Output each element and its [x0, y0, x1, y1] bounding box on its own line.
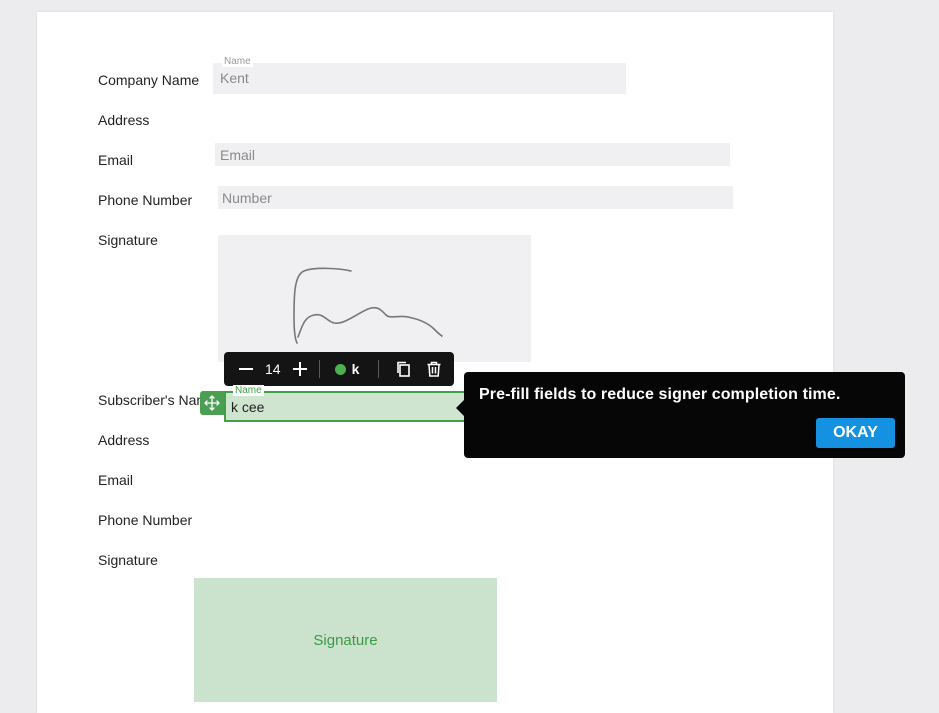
plus-icon — [293, 362, 307, 376]
field-toolbar: 14 k — [224, 352, 454, 386]
signer-initial: k — [351, 361, 360, 377]
signature-field[interactable] — [218, 235, 531, 362]
font-size-value: 14 — [265, 361, 281, 377]
label-email-2: Email — [98, 472, 134, 488]
increase-font-button[interactable] — [288, 352, 312, 386]
field-value: Kent — [220, 70, 249, 86]
label-company-name: Company Name — [98, 72, 200, 88]
okay-button[interactable]: OKAY — [816, 418, 895, 448]
label-address: Address — [98, 112, 150, 128]
signature-placeholder-label: Signature — [313, 631, 378, 649]
minus-icon — [239, 368, 253, 370]
field-value: k cee — [231, 399, 265, 415]
toolbar-divider — [378, 360, 379, 378]
prefill-tooltip: Pre-fill fields to reduce signer complet… — [456, 372, 905, 458]
field-tag: Name — [222, 56, 253, 67]
decrease-font-button[interactable] — [234, 352, 258, 386]
phone-field[interactable]: Number — [218, 186, 733, 209]
tooltip-message: Pre-fill fields to reduce signer complet… — [479, 386, 841, 403]
label-subscribers-name: Subscriber's Name — [98, 392, 204, 408]
tooltip-arrow — [456, 400, 464, 416]
company-name-field[interactable]: Name Kent — [213, 56, 626, 94]
signature-placeholder-field[interactable]: Signature — [194, 578, 497, 702]
label-signature-2: Signature — [98, 552, 158, 568]
label-email: Email — [98, 152, 134, 168]
field-tag: Name — [233, 385, 264, 396]
signer-color-dot — [334, 363, 346, 375]
delete-button[interactable] — [422, 352, 446, 386]
phone-placeholder: Number — [222, 189, 272, 206]
label-signature: Signature — [98, 232, 158, 248]
copy-icon — [397, 361, 410, 377]
label-phone-number-2: Phone Number — [98, 512, 193, 528]
signature-drawing — [293, 267, 443, 344]
email-placeholder: Email — [220, 146, 256, 163]
trash-icon — [427, 361, 441, 377]
label-phone-number: Phone Number — [98, 192, 193, 208]
duplicate-button[interactable] — [391, 352, 415, 386]
subscriber-name-field[interactable]: Name k cee — [224, 385, 470, 422]
email-field[interactable]: Email — [215, 143, 730, 166]
label-address-2: Address — [98, 432, 150, 448]
move-handle[interactable] — [200, 391, 224, 415]
toolbar-divider — [319, 360, 320, 378]
move-icon — [204, 395, 220, 411]
signer-selector[interactable]: k — [330, 352, 364, 386]
